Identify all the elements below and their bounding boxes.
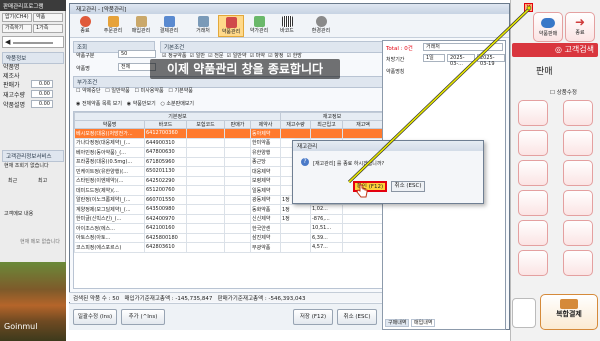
hand-cursor-icon: [356, 184, 368, 198]
tutorial-pointer: [347, 5, 532, 184]
